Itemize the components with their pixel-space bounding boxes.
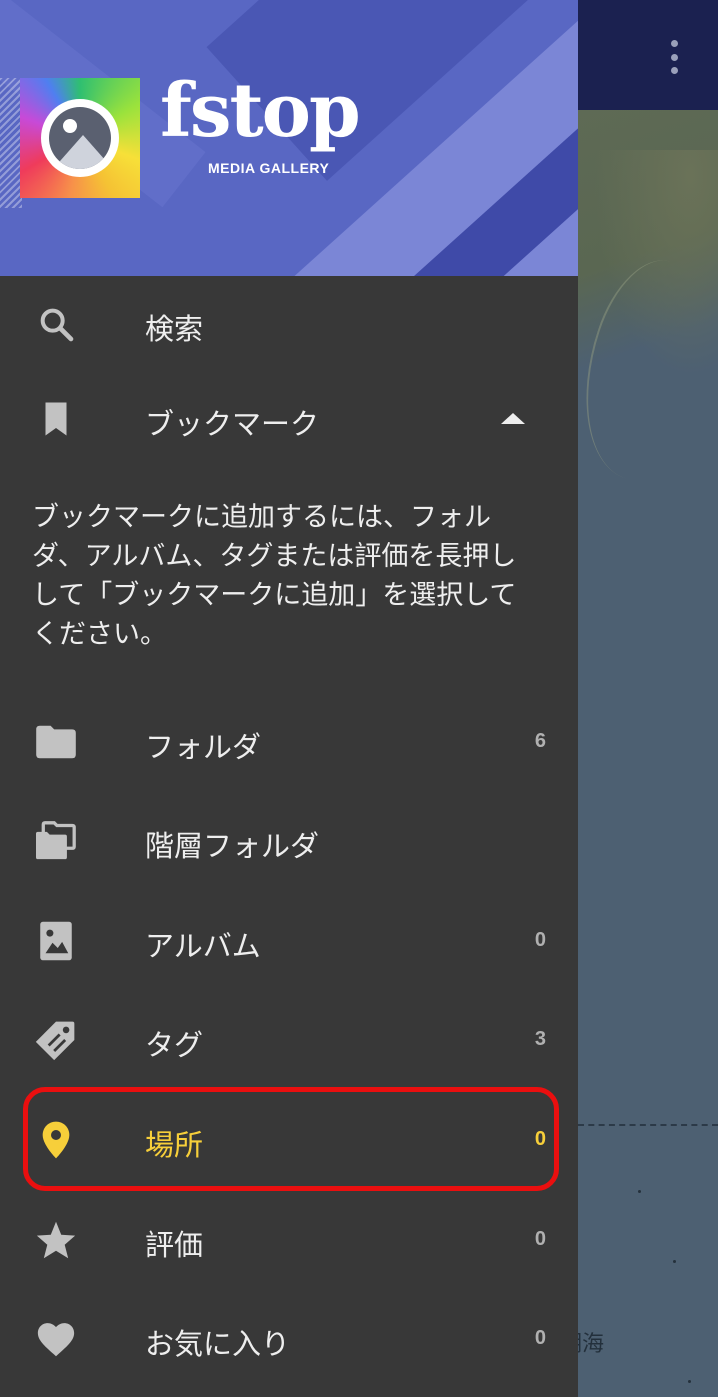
app-logo-icon (20, 78, 140, 198)
search-icon (34, 304, 78, 344)
star-icon (34, 1220, 78, 1260)
drawer-item-label: 階層フォルダ (145, 829, 320, 863)
item-count: 0 (534, 1228, 546, 1250)
map-boundary-line (578, 1124, 718, 1126)
drawer-item-nested-folders[interactable]: 階層フォルダ (0, 793, 578, 889)
logo-mountain (53, 135, 111, 169)
nested-folder-icon (34, 821, 78, 861)
map-view[interactable]: 湖海 (578, 0, 718, 1397)
drawer-item-label: お気に入り (145, 1327, 291, 1361)
map-toolbar (578, 0, 718, 110)
map-sea-label: 湖海 (578, 1332, 605, 1357)
tag-icon (34, 1020, 78, 1061)
drawer-item-label: フォルダ (145, 730, 262, 764)
drawer-item-tags[interactable]: タグ 3 (0, 992, 578, 1088)
more-options-icon[interactable] (670, 40, 678, 74)
drawer-item-label: 評価 (145, 1228, 204, 1262)
drawer-item-favorites[interactable]: お気に入り 0 (0, 1291, 578, 1387)
folder-icon (34, 722, 78, 762)
brand-tagline: MEDIA GALLERY (208, 160, 330, 176)
item-count: 0 (534, 1327, 546, 1349)
bookmarks-hint-text: ブックマークに追加するには、フォルダ、アルバム、タグまたは評価を長押しして「ブッ… (32, 502, 517, 650)
drawer-item-albums[interactable]: アルバム 0 (0, 893, 578, 989)
navigation-drawer: fstop MEDIA GALLERY 検索 ブックマーク ブックマークに追加す… (0, 0, 578, 1397)
logo-photo-icon (49, 107, 111, 169)
drawer-item-search[interactable]: 検索 (0, 276, 578, 372)
drawer-item-ratings[interactable]: 評価 0 (0, 1192, 578, 1288)
header-stripes (0, 78, 22, 208)
map-island (673, 1260, 676, 1263)
collapse-arrow-icon[interactable] (501, 413, 525, 424)
drawer-item-bookmarks[interactable]: ブックマーク (0, 371, 578, 467)
image-icon (34, 921, 78, 961)
drawer-item-label: タグ (145, 1028, 204, 1062)
item-count: 3 (534, 1028, 546, 1050)
drawer-item-label: ブックマーク (145, 407, 320, 441)
item-count: 6 (534, 730, 546, 752)
brand-wordmark: fstop (160, 68, 361, 154)
map-island (638, 1190, 641, 1193)
item-count: 0 (534, 929, 546, 951)
bookmark-icon (34, 399, 78, 439)
highlight-box (23, 1087, 559, 1191)
brand-logo: fstop MEDIA GALLERY (160, 74, 390, 190)
logo-sun (63, 119, 77, 133)
map-island (688, 1380, 691, 1383)
drawer-item-folders[interactable]: フォルダ 6 (0, 694, 578, 790)
drawer-header: fstop MEDIA GALLERY (0, 0, 578, 276)
drawer-item-label: アルバム (145, 929, 261, 963)
drawer-item-label: 検索 (145, 312, 204, 346)
heart-icon (34, 1319, 78, 1359)
logo-ring (41, 99, 119, 177)
